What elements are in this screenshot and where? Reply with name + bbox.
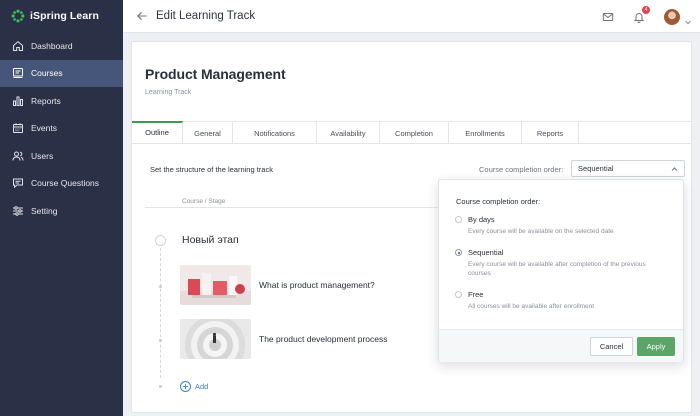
option-label: Free [468, 290, 484, 299]
users-icon [12, 150, 24, 162]
column-divider [145, 207, 445, 208]
apply-button[interactable]: Apply [637, 337, 675, 356]
tab-general[interactable]: General [183, 122, 233, 144]
tab-enrollments[interactable]: Enrollments [449, 122, 522, 144]
sidebar-item-courses[interactable]: Courses [0, 59, 123, 87]
tab-availability[interactable]: Availability [317, 122, 380, 144]
sidebar-item-label: Course Questions [31, 178, 100, 189]
option-description: Every course will be available on the se… [468, 228, 614, 235]
course-thumbnail [180, 319, 251, 359]
dropdown-title: Course completion order: [456, 197, 541, 206]
sidebar: iSpring Learn Dashboard Courses Reports … [0, 0, 123, 416]
bell-icon[interactable]: 4 [633, 5, 650, 23]
top-bar: Edit Learning Track 4 [123, 0, 700, 33]
sidebar-item-label: Events [31, 123, 57, 134]
stage-title[interactable]: Новый этап [182, 234, 239, 246]
course-row[interactable]: What is product management? [180, 265, 445, 307]
notification-badge: 4 [642, 5, 650, 14]
page-header-title: Edit Learning Track [156, 10, 256, 22]
sidebar-item-label: Courses [31, 68, 63, 79]
chevron-down-icon[interactable] [684, 13, 692, 24]
sidebar-item-label: Setting [31, 205, 58, 216]
back-arrow-icon[interactable] [136, 10, 148, 22]
column-header-course-stage: Course / Stage [182, 198, 226, 205]
cancel-button[interactable]: Cancel [590, 337, 633, 356]
course-title: The product development process [259, 334, 388, 344]
completion-order-select[interactable]: Sequential [571, 160, 685, 177]
sidebar-item-events[interactable]: Events [0, 115, 123, 143]
timeline-dot [159, 385, 162, 388]
option-description: Every course will be available after com… [468, 261, 646, 277]
tabs: Outline General Notifications Availabili… [132, 121, 691, 144]
sidebar-item-label: Users [31, 150, 54, 161]
sidebar-item-label: Reports [31, 95, 61, 106]
course-row[interactable]: The product development process [180, 319, 445, 361]
tab-completion[interactable]: Completion [380, 122, 449, 144]
bar-chart-icon [12, 95, 24, 107]
option-label: By days [468, 215, 495, 224]
sidebar-item-dashboard[interactable]: Dashboard [0, 32, 123, 60]
course-thumbnail [180, 265, 251, 305]
sidebar-item-users[interactable]: Users [0, 142, 123, 170]
stage-marker [155, 235, 166, 246]
page-header: Product Management Learning Track [132, 42, 691, 121]
avatar[interactable] [664, 8, 680, 25]
chevron-up-icon [671, 166, 678, 173]
page-title: Product Management [145, 66, 286, 82]
completion-order-value: Sequential [578, 164, 614, 173]
sliders-icon [12, 205, 24, 217]
option-description: All courses will be available after enro… [468, 303, 595, 310]
add-button[interactable]: Add [180, 381, 208, 392]
timeline-dot [159, 339, 162, 342]
page-subtitle: Learning Track [145, 89, 192, 96]
calendar-icon [12, 122, 24, 134]
home-icon [12, 40, 24, 52]
timeline-dot [159, 285, 162, 288]
sidebar-item-label: Dashboard [31, 40, 73, 51]
structure-label: Set the structure of the learning track [150, 165, 273, 174]
ispring-logo-icon [11, 9, 25, 23]
tab-notifications[interactable]: Notifications [233, 122, 317, 144]
add-label: Add [195, 382, 209, 391]
radio-sequential[interactable] [455, 249, 462, 256]
sidebar-item-setting[interactable]: Setting [0, 197, 123, 225]
radio-free[interactable] [455, 291, 462, 298]
sidebar-item-course-questions[interactable]: Course Questions [0, 170, 123, 198]
course-title: What is product management? [259, 280, 375, 290]
tab-outline[interactable]: Outline [132, 121, 183, 143]
mail-icon[interactable] [602, 11, 614, 23]
completion-order-dropdown: Course completion order: By days Every c… [438, 179, 684, 362]
dropdown-footer: Cancel Apply [439, 330, 683, 362]
completion-order-label: Course completion order: [479, 165, 564, 174]
sidebar-nav: Dashboard Courses Reports Events Users C… [0, 32, 123, 225]
tab-reports[interactable]: Reports [522, 122, 579, 144]
sidebar-item-reports[interactable]: Reports [0, 87, 123, 115]
brand[interactable]: iSpring Learn [0, 0, 123, 32]
chat-icon [12, 177, 24, 189]
option-label: Sequential [468, 248, 504, 257]
timeline-line [160, 248, 161, 378]
plus-icon [180, 381, 191, 392]
brand-name: iSpring Learn [30, 10, 99, 22]
top-actions: 4 [602, 0, 700, 33]
radio-by-days[interactable] [455, 216, 462, 223]
courses-icon [12, 67, 24, 79]
